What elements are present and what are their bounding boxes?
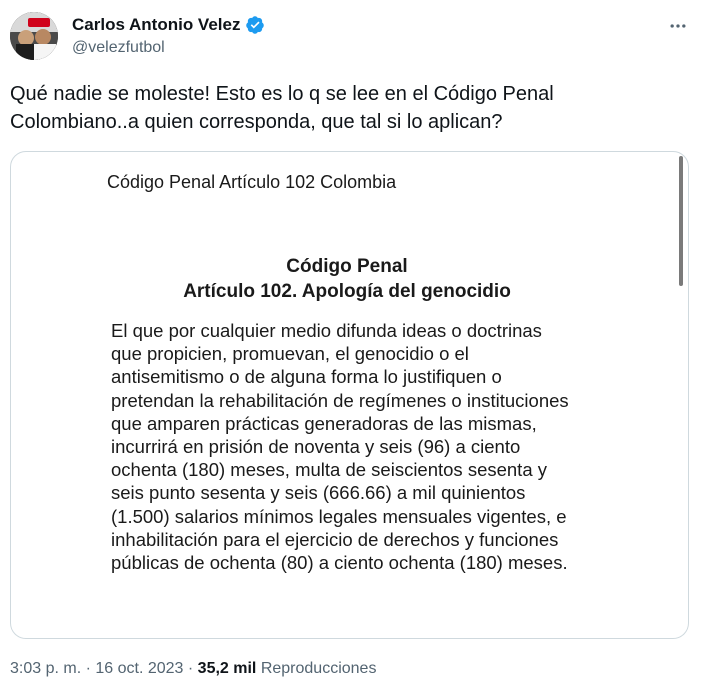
document-body-line: ochenta (180) meses, multa de seisciento… <box>111 459 548 481</box>
tweet-text: Qué nadie se moleste! Esto es lo q se le… <box>10 80 670 136</box>
document-body-line: inhabilitación para el ejercicio de dere… <box>111 528 559 550</box>
tweet-media-image[interactable]: Código Penal Artículo 102 Colombia Códig… <box>10 151 689 639</box>
avatar-image <box>10 12 58 60</box>
document-subtitle: Artículo 102. Apología del genocidio <box>183 281 511 302</box>
verified-badge-icon <box>245 15 265 35</box>
document-body-line: El que por cualquier medio difunda ideas… <box>111 320 542 341</box>
document-body-line: antisemitismo o de alguna forma lo justi… <box>111 366 502 388</box>
avatar[interactable] <box>10 12 58 60</box>
views-count: 35,2 mil <box>197 660 257 677</box>
document-title: Código Penal <box>286 256 408 277</box>
document-body-line: (1.500) salarios mínimos legales mensual… <box>111 505 567 527</box>
tweet-text-line: Colombiano..a quien corresponda, que tal… <box>10 111 503 133</box>
document-body-line: pretendan la rehabilitación de regímenes… <box>111 389 569 411</box>
views-label[interactable]: Reproducciones <box>261 660 377 677</box>
more-options-icon[interactable] <box>666 14 690 38</box>
document-body-line: seis punto sesenta y seis (666.66) a mil… <box>111 482 526 504</box>
timestamp[interactable]: 3:03 p. m. · 16 oct. 2023 · <box>10 660 193 677</box>
author-display-name[interactable]: Carlos Antonio Velez <box>72 15 240 35</box>
document-body-line: que amparen prácticas generadoras de las… <box>111 412 537 434</box>
document-header: Código Penal Artículo 102 Colombia <box>107 172 397 192</box>
document-body-line: públicas de ochenta (80) a ciento ochent… <box>111 552 568 574</box>
document-body-line: que propicien, promuevan, el genocidio o… <box>111 343 469 365</box>
document-body: El que por cualquier medio difunda ideas… <box>111 319 631 574</box>
tweet-text-line: Qué nadie se moleste! Esto es lo q se le… <box>10 83 554 105</box>
author-handle[interactable]: @velezfutbol <box>72 39 165 57</box>
document-body-line: incurrirá en prisión de noventa y seis (… <box>111 436 521 458</box>
tweet-meta: 3:03 p. m. · 16 oct. 2023 · 35,2 mil Rep… <box>10 660 376 678</box>
